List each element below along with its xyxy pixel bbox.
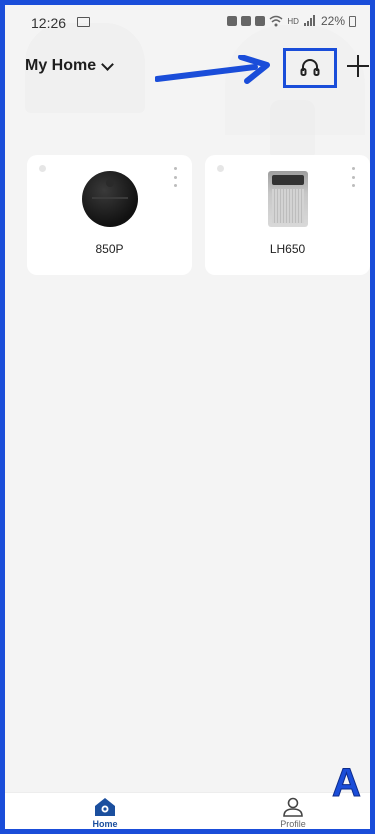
nav-label-home: Home	[92, 819, 118, 829]
headset-icon	[300, 59, 320, 76]
add-device-button[interactable]	[345, 51, 370, 81]
bottom-navigation: Home Profile	[5, 792, 370, 829]
wifi-icon	[269, 15, 283, 27]
home-title: My Home	[25, 57, 97, 74]
device-more-menu[interactable]	[350, 167, 356, 187]
annotation-letter: A	[332, 761, 362, 806]
gallery-notification-icon	[77, 17, 90, 27]
annotation-arrow	[155, 55, 270, 84]
battery-icon	[349, 15, 356, 27]
plus-icon	[347, 55, 369, 77]
device-card-850p[interactable]: 850P	[27, 155, 192, 275]
device-name: LH650	[269, 242, 306, 256]
battery-percent: 22%	[320, 14, 345, 28]
customer-support-button[interactable]	[283, 48, 337, 88]
robot-vacuum-image	[81, 171, 138, 227]
air-purifier-image	[267, 171, 308, 227]
signal-icon	[303, 15, 315, 26]
network-type-label: HD	[287, 16, 299, 26]
background-decoration	[270, 100, 315, 155]
status-bar: 12:26 HD 22%	[5, 5, 370, 35]
nav-label-profile: Profile	[280, 819, 306, 829]
device-more-menu[interactable]	[172, 167, 178, 187]
person-icon	[283, 797, 303, 817]
home-icon	[95, 798, 115, 816]
message-icon	[227, 16, 238, 26]
mute-icon	[255, 16, 266, 26]
nav-tab-profile[interactable]: Profile	[263, 797, 323, 829]
device-status-dot	[39, 165, 46, 172]
nav-tab-home[interactable]: Home	[75, 797, 135, 829]
alarm-icon	[241, 16, 252, 26]
device-card-lh650[interactable]: LH650	[205, 155, 370, 275]
status-time: 12:26	[31, 15, 67, 31]
app-frame: 12:26 HD 22% My Home 850P LH650 Home Pro…	[0, 0, 375, 834]
home-selector[interactable]: My Home	[25, 57, 114, 75]
status-icons: HD 22%	[227, 14, 356, 28]
device-name: 850P	[95, 242, 124, 256]
chevron-down-icon	[101, 57, 114, 71]
device-status-dot	[217, 165, 224, 172]
